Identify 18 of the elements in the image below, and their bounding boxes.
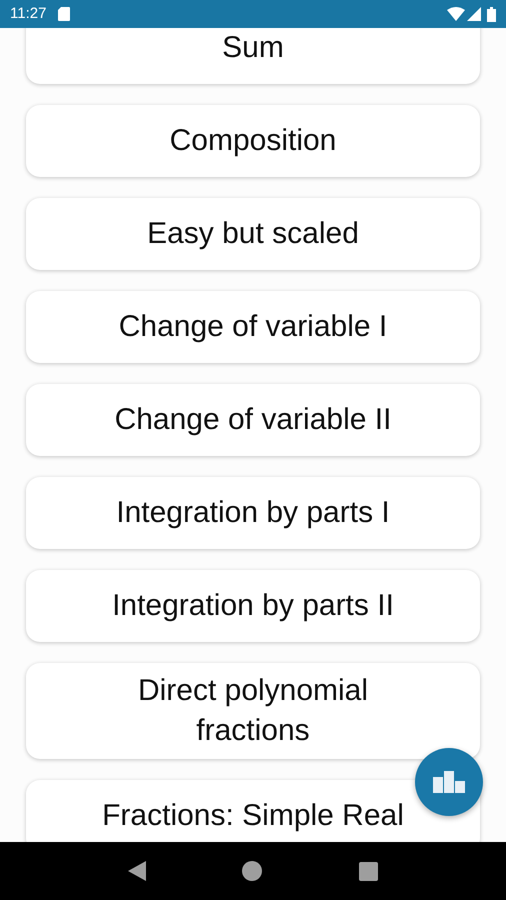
topic-card[interactable]: Composition: [26, 105, 480, 177]
podium-icon: [433, 771, 465, 793]
topic-card[interactable]: Easy but scaled: [26, 198, 480, 270]
home-icon[interactable]: [242, 861, 262, 881]
battery-icon: [487, 6, 496, 22]
topic-card[interactable]: Sum: [26, 28, 480, 84]
signal-icon: [467, 7, 481, 21]
recents-icon[interactable]: [358, 862, 378, 880]
topic-card[interactable]: Change of variable I: [26, 291, 480, 363]
back-icon[interactable]: [128, 861, 146, 881]
topic-card[interactable]: Integration by parts II: [26, 570, 480, 642]
topic-card[interactable]: Fractions: Simple Real: [26, 780, 480, 842]
status-time: 11:27: [10, 4, 46, 24]
sd-card-icon: [58, 7, 70, 21]
topic-card[interactable]: Integration by parts I: [26, 477, 480, 549]
topic-card[interactable]: Direct polynomial fractions: [26, 663, 480, 759]
topic-card[interactable]: Change of variable II: [26, 384, 480, 456]
wifi-icon: [447, 7, 465, 21]
